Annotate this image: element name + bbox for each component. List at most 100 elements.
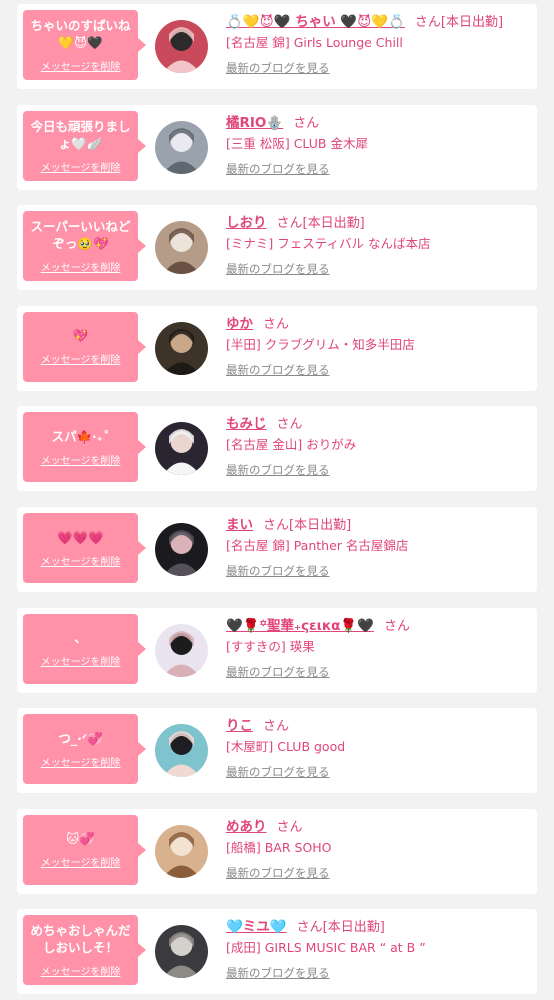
profile-info: りこ さん [木屋町] CLUB good 最新のブログを見る: [226, 714, 533, 780]
shop-name: [名古屋 金山] おりがみ: [226, 437, 357, 453]
message-text: 、: [74, 630, 87, 646]
delete-message-link[interactable]: メッセージを削除: [41, 259, 121, 274]
avatar[interactable]: [155, 623, 208, 677]
avatar[interactable]: [155, 523, 208, 576]
message-card: めちゃおしゃんだしおいしそ！ メッセージを削除 🩵ミユ🩵 さん[本日出勤] [成田] G…: [17, 909, 537, 995]
girl-name-link[interactable]: 🖤🌹꙳聖華₊ςειкα🌹🖤: [226, 618, 374, 634]
message-card: スーパーいいねどぞっ🥹💖 メッセージを削除 しおり さん[本日出勤] [ミナミ] フェス…: [17, 205, 537, 291]
latest-blog-link[interactable]: 最新のブログを見る: [226, 161, 330, 177]
message-card: ちゃいのすぱいね💛😈🖤 メッセージを削除 💍💛😈🖤 ちゃい 🖤😈💛💍 さん[本日出勤]…: [17, 4, 537, 89]
shop-name: [名古屋 錦] Girls Lounge Chill: [226, 35, 403, 50]
honorific: さん: [263, 518, 290, 533]
girl-name-link[interactable]: まい: [226, 517, 253, 533]
shop-name: [すすきの] 瑛果: [226, 638, 315, 654]
message-bubble: 、メッセージを削除: [23, 613, 146, 684]
name-line: 🩵ミユ🩵 さん[本日出勤]: [226, 915, 533, 937]
message-text: 💗💗💗: [57, 529, 104, 545]
shop-name: [半田] クラブグリム・知多半田店: [226, 336, 415, 352]
delete-message-link[interactable]: メッセージを削除: [41, 159, 121, 174]
message-text: つ_·ᐟ💞: [58, 730, 103, 746]
message-card: 🐱💞 メッセージを削除 めあり さん [船橋] BAR SOHO 最新のブログを見る: [17, 808, 537, 894]
avatar[interactable]: [155, 925, 208, 979]
shop-name: [三重 松阪] CLUB 金木犀: [226, 135, 368, 151]
message-bubble: つ_·ᐟ💞 メッセージを削除: [23, 714, 146, 785]
name-line: 🖤🌹꙳聖華₊ςειкα🌹🖤 さん: [226, 614, 533, 636]
honorific: さん: [263, 719, 290, 735]
shop-name: [ミナミ] フェスティバル なんば本店: [226, 236, 431, 252]
avatar[interactable]: [155, 724, 208, 778]
delete-message-link[interactable]: メッセージを削除: [41, 754, 121, 769]
profile-info: めあり さん [船橋] BAR SOHO 最新のブログを見る: [226, 815, 533, 881]
latest-blog-link[interactable]: 最新のブログを見る: [226, 462, 330, 478]
delete-message-link[interactable]: メッセージを削除: [41, 351, 121, 366]
avatar[interactable]: [155, 422, 208, 476]
avatar[interactable]: [155, 221, 208, 275]
message-bubble: 💖 メッセージを削除: [23, 311, 146, 382]
delete-message-link[interactable]: メッセージを削除: [41, 653, 121, 668]
name-line: 💍💛😈🖤 ちゃい 🖤😈💛💍 さん[本日出勤]: [226, 10, 533, 32]
avatar-image: [155, 824, 208, 878]
avatar-image: [155, 623, 208, 677]
shop-name: [船橋] BAR SOHO: [226, 839, 332, 855]
avatar[interactable]: [155, 20, 208, 73]
message-card: 今日も頑張りましょ🤍🪽 メッセージを削除 橘RIO🪬 さん [三重 松阪] CLUB 金…: [17, 104, 537, 190]
name-line: 橘RIO🪬 さん: [226, 111, 533, 133]
honorific: さん: [276, 417, 303, 433]
delete-message-link[interactable]: メッセージを削除: [41, 553, 121, 568]
message-text: めちゃおしゃんだしおいしそ！: [30, 923, 131, 956]
message-bubble: めちゃおしゃんだしおいしそ！ メッセージを削除: [23, 915, 146, 986]
avatar[interactable]: [155, 824, 208, 878]
honorific: さん: [263, 316, 290, 332]
shop-name: [名古屋 錦] Panther 名古屋錦店: [226, 538, 409, 553]
message-bubble: 💗💗💗 メッセージを削除: [23, 513, 146, 583]
latest-blog-link[interactable]: 最新のブログを見る: [226, 664, 330, 680]
message-bubble: スパ🍁‧₊˚ メッセージを削除: [23, 412, 146, 483]
girl-name-link[interactable]: ゆか: [226, 316, 253, 332]
latest-blog-link[interactable]: 最新のブログを見る: [226, 261, 330, 277]
latest-blog-link[interactable]: 最新のブログを見る: [226, 563, 330, 579]
latest-blog-link[interactable]: 最新のブログを見る: [226, 764, 330, 780]
message-card: スパ🍁‧₊˚ メッセージを削除 もみじ さん [名古屋 金山] おりがみ 最新のブログを見…: [17, 406, 537, 492]
message-bubble: スーパーいいねどぞっ🥹💖 メッセージを削除: [23, 211, 146, 282]
honorific: さん: [383, 618, 410, 634]
name-line: めあり さん: [226, 815, 533, 837]
name-line: りこ さん: [226, 714, 533, 736]
avatar-image: [155, 422, 208, 476]
profile-info: しおり さん[本日出勤] [ミナミ] フェスティバル なんば本店 最新のブログを見る: [226, 211, 533, 277]
girl-name-link[interactable]: もみじ: [226, 416, 267, 432]
message-card: つ_·ᐟ💞 メッセージを削除 りこ さん [木屋町] CLUB good 最新のブログを見…: [17, 708, 537, 794]
girl-name-link[interactable]: 🩵ミユ🩵: [226, 919, 287, 935]
avatar-image: [155, 120, 208, 174]
attendance-status: [本日出勤]: [289, 518, 352, 533]
avatar[interactable]: [155, 321, 208, 375]
latest-blog-link[interactable]: 最新のブログを見る: [226, 965, 330, 981]
attendance-status: [本日出勤]: [322, 920, 385, 936]
avatar[interactable]: [155, 120, 208, 174]
attendance-status: [本日出勤]: [302, 216, 365, 232]
attendance-status: [本日出勤]: [440, 15, 504, 30]
message-text: ちゃいのすぱいね💛😈🖤: [30, 18, 131, 50]
message-card: 、メッセージを削除 🖤🌹꙳聖華₊ςειкα🌹🖤 さん [すすきの] 瑛果 最新のブログを…: [17, 607, 537, 693]
latest-blog-link[interactable]: 最新のブログを見る: [226, 865, 330, 881]
avatar-image: [155, 321, 208, 375]
delete-message-link[interactable]: メッセージを削除: [41, 963, 121, 978]
delete-message-link[interactable]: メッセージを削除: [41, 58, 121, 73]
girl-name-link[interactable]: 橘RIO🪬: [226, 115, 283, 131]
name-line: ゆか さん: [226, 312, 533, 334]
message-bubble: ちゃいのすぱいね💛😈🖤 メッセージを削除: [23, 10, 146, 80]
profile-info: 🖤🌹꙳聖華₊ςειкα🌹🖤 さん [すすきの] 瑛果 最新のブログを見る: [226, 614, 533, 680]
name-line: もみじ さん: [226, 412, 533, 434]
latest-blog-link[interactable]: 最新のブログを見る: [226, 60, 330, 76]
delete-message-link[interactable]: メッセージを削除: [41, 452, 121, 467]
message-text: スーパーいいねどぞっ🥹💖: [30, 219, 131, 252]
latest-blog-link[interactable]: 最新のブログを見る: [226, 362, 330, 378]
girl-name-link[interactable]: しおり: [226, 215, 267, 231]
profile-info: 橘RIO🪬 さん [三重 松阪] CLUB 金木犀 最新のブログを見る: [226, 111, 533, 177]
message-card: 💖 メッセージを削除 ゆか さん [半田] クラブグリム・知多半田店 最新のブログを見る: [17, 305, 537, 391]
girl-name-link[interactable]: めあり: [226, 819, 267, 835]
girl-name-link[interactable]: 💍💛😈🖤 ちゃい 🖤😈💛💍: [226, 14, 405, 30]
honorific: さん: [276, 819, 303, 835]
shop-name: [成田] GIRLS MUSIC BAR “ at B ”: [226, 940, 426, 956]
delete-message-link[interactable]: メッセージを削除: [41, 854, 121, 869]
girl-name-link[interactable]: りこ: [226, 718, 253, 734]
